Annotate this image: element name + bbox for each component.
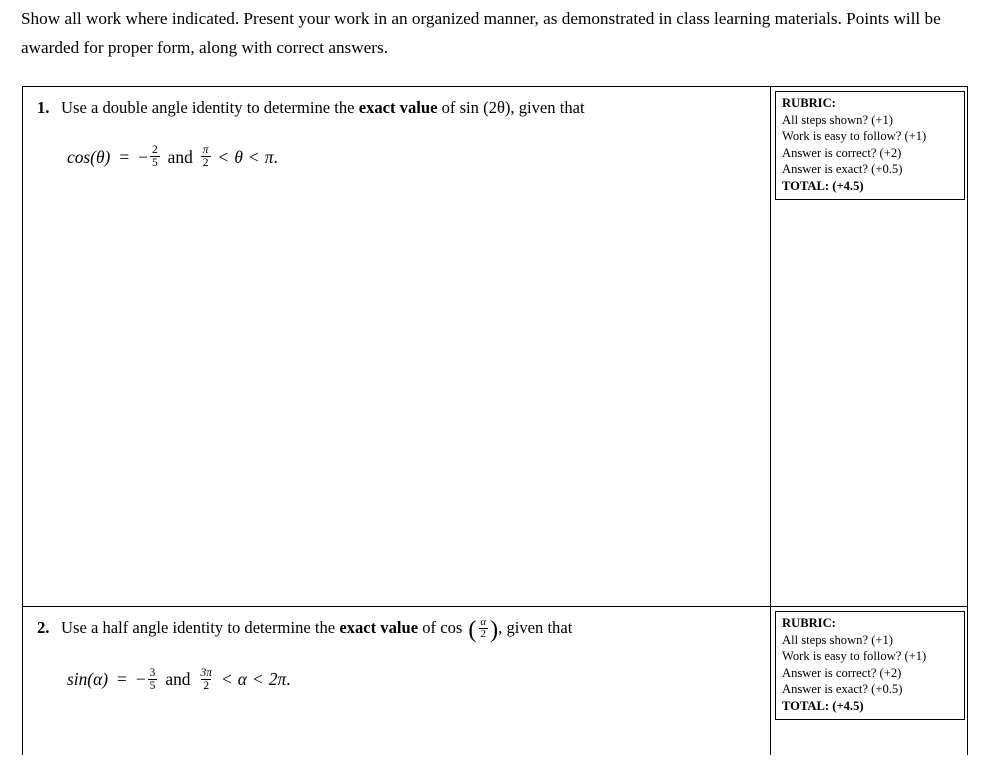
question-1-eq-lhs: cos(θ) (67, 146, 111, 167)
rubric-total: TOTAL: (+4.5) (782, 698, 864, 713)
question-2-eq-frac-numerator: 3 (149, 666, 156, 679)
question-2-number: 2. (37, 618, 50, 637)
question-2-prompt-part-1: Use a half angle identity to determine t… (61, 618, 340, 637)
question-2-rubric-cell: RUBRIC: All steps shown? (+1) Work is ea… (770, 606, 968, 755)
question-2-eq-variable: α (237, 669, 247, 690)
question-1-eq-upper-bound: π (264, 146, 274, 167)
rubric-item-easy-to-follow: Work is easy to follow? (+1) (782, 129, 927, 144)
question-1-rubric-cell: RUBRIC: All steps shown? (+1) Work is ea… (770, 86, 968, 607)
question-1-eq-sign: − (138, 146, 148, 167)
question-2-eq-relation-1: < (221, 669, 232, 690)
problem-table: 1. Use a double angle identity to determ… (22, 86, 968, 755)
question-2-work-cell[interactable]: 2. Use a half angle identity to determin… (22, 606, 771, 755)
question-1-prompt-part-1: Use a double angle identity to determine… (61, 98, 359, 117)
table-row: 2. Use a half angle identity to determin… (22, 606, 968, 755)
question-1-number: 1. (37, 98, 50, 117)
question-2-eq-range-numerator: 3π (200, 666, 212, 679)
question-1-eq-frac-numerator: 2 (151, 144, 158, 157)
question-1-eq-conjunction: and (167, 146, 193, 167)
question-1-eq-equals: = (119, 146, 130, 167)
question-2-prompt-argument: (α 2) (468, 615, 499, 644)
question-2-eq-lhs: sin(α) (67, 669, 109, 690)
question-2-eq-frac-denominator: 5 (147, 678, 158, 692)
question-2-prompt-part-2: of cos (418, 618, 463, 637)
question-2-eq-range-fraction: 3π 2 (199, 667, 214, 692)
question-1-prompt: Use a double angle identity to determine… (61, 97, 762, 119)
question-1-eq-variable: θ (234, 146, 243, 167)
rubric-box: RUBRIC: All steps shown? (+1) Work is ea… (775, 611, 965, 720)
question-2-eq-conjunction: and (165, 669, 191, 690)
question-1-eq-fraction: 2 5 (149, 144, 160, 170)
question-1-prompt-emphasis: exact value (358, 98, 438, 117)
question-1-eq-relation-2: < (248, 146, 259, 167)
question-1-eq-range-numerator: π (202, 144, 209, 157)
question-2-prompt: Use a half angle identity to determine t… (61, 615, 762, 644)
question-2-prompt-emphasis: exact value (339, 618, 419, 637)
rubric-item-answer-correct: Answer is correct? (+2) (782, 145, 902, 160)
question-1-eq-period: . (273, 146, 278, 167)
question-2-equation: sin(α) = − 3 5 and 3π 2 < α < 2π . (31, 667, 762, 692)
question-2-eq-upper-bound: 2π (268, 669, 287, 690)
question-2-eq-range-denominator: 2 (201, 678, 212, 692)
rubric-title: RUBRIC: (782, 616, 836, 630)
rubric-item-answer-correct: Answer is correct? (+2) (782, 665, 902, 680)
rubric-item-all-steps-shown: All steps shown? (+1) (782, 112, 893, 127)
question-2-prompt-part-3: , given that (498, 618, 573, 637)
rubric-total: TOTAL: (+4.5) (782, 178, 864, 193)
question-1-equation: cos(θ) = − 2 5 and π 2 < θ < π . (31, 144, 762, 170)
table-row: 1. Use a double angle identity to determ… (22, 86, 968, 607)
question-2-block: 2. Use a half angle identity to determin… (23, 607, 770, 692)
rubric-item-answer-exact: Answer is exact? (+0.5) (782, 682, 903, 697)
question-1-work-cell[interactable]: 1. Use a double angle identity to determ… (22, 86, 771, 607)
instructions-paragraph: Show all work where indicated. Present y… (21, 9, 941, 57)
question-1-eq-relation-1: < (218, 146, 229, 167)
question-2-argument-numerator: α (480, 615, 487, 628)
question-1-block: 1. Use a double angle identity to determ… (23, 87, 770, 170)
question-2-eq-sign: − (135, 669, 146, 690)
question-1-eq-frac-denominator: 5 (149, 156, 160, 170)
question-2-eq-equals: = (117, 669, 127, 690)
question-1-eq-range-fraction: π 2 (200, 144, 211, 170)
rubric-item-all-steps-shown: All steps shown? (+1) (782, 632, 893, 647)
rubric-item-easy-to-follow: Work is easy to follow? (+1) (782, 649, 927, 664)
question-2-eq-fraction: 3 5 (147, 666, 158, 692)
question-1-prompt-part-2: of sin (2θ), given that (437, 98, 585, 117)
question-1-prompt-line: 1. Use a double angle identity to determ… (31, 97, 762, 119)
question-2-argument-fraction: α2 (478, 615, 488, 641)
rubric-title: RUBRIC: (782, 96, 836, 110)
question-1-eq-range-denominator: 2 (200, 156, 211, 170)
rubric-box: RUBRIC: All steps shown? (+1) Work is ea… (775, 91, 965, 200)
question-2-eq-period: . (286, 669, 291, 690)
question-2-argument-denominator: 2 (478, 628, 488, 641)
question-2-prompt-line: 2. Use a half angle identity to determin… (31, 615, 762, 644)
rubric-item-answer-exact: Answer is exact? (+0.5) (782, 162, 903, 177)
question-2-eq-relation-2: < (252, 669, 263, 690)
